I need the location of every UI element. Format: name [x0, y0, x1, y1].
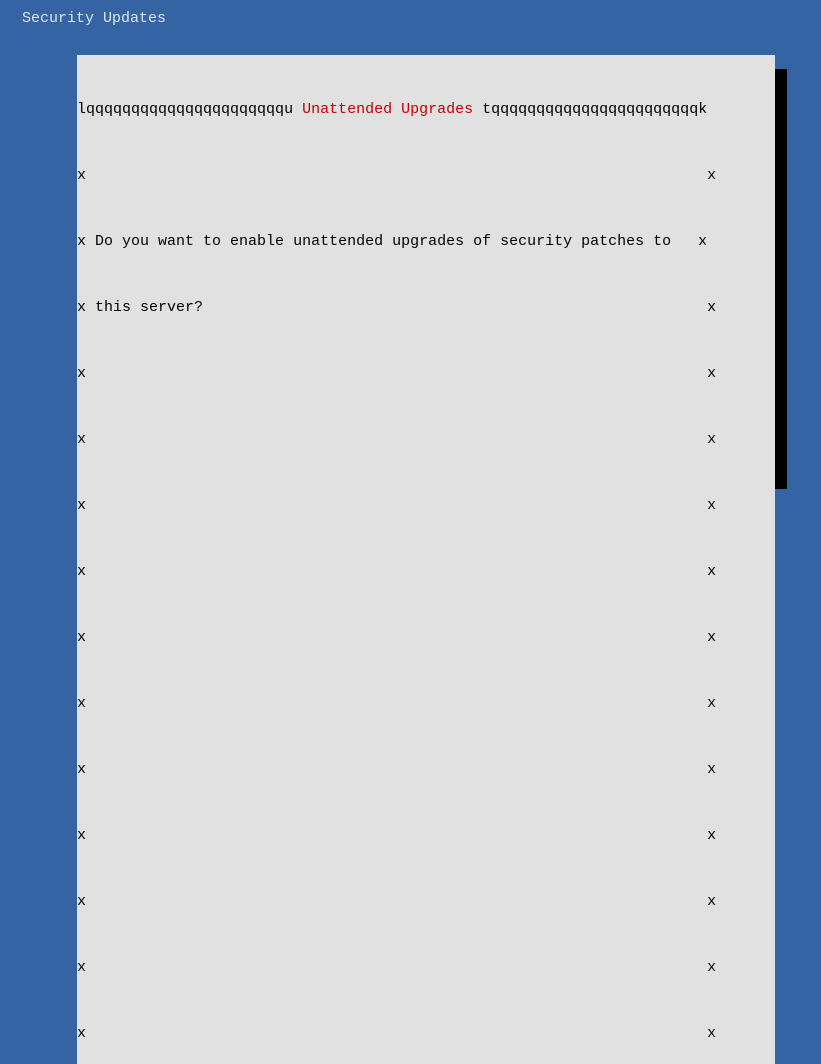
dialog-message-1: Do you want to enable unattended upgrade…	[95, 233, 671, 250]
border-row: x x	[77, 429, 775, 451]
border-row: x x	[77, 363, 775, 385]
dialog-wrapper: lqqqqqqqqqqqqqqqqqqqqqqu Unattended Upgr…	[77, 55, 779, 1064]
border-row: x x	[77, 759, 775, 781]
dialog-message-2: this server?	[95, 299, 203, 316]
dialog-box: lqqqqqqqqqqqqqqqqqqqqqqu Unattended Upgr…	[77, 55, 775, 1064]
border-row: x x	[77, 561, 775, 583]
border-row: x x	[77, 891, 775, 913]
border-row: x x	[77, 957, 775, 979]
border-row: x x	[77, 693, 775, 715]
message-row: x this server? x	[77, 297, 775, 319]
border-row: x x	[77, 495, 775, 517]
dialog-title: Unattended Upgrades	[302, 101, 473, 118]
border-row: x x	[77, 627, 775, 649]
border-row: x x	[77, 1023, 775, 1045]
border-top: lqqqqqqqqqqqqqqqqqqqqqqu Unattended Upgr…	[77, 99, 775, 121]
border-row: x x	[77, 165, 775, 187]
page-title: Security Updates	[0, 0, 821, 27]
message-row: x Do you want to enable unattended upgra…	[77, 231, 775, 253]
border-row: x x	[77, 825, 775, 847]
